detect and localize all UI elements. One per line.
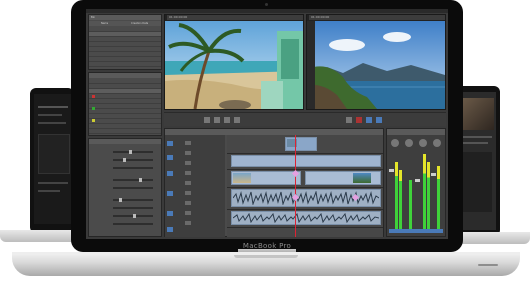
pan-knob-icon[interactable]	[419, 139, 427, 147]
play-button-record[interactable]	[346, 117, 352, 123]
parameter-slider[interactable]	[113, 187, 153, 189]
source-timecode: 01:00:00:00	[167, 15, 303, 20]
audio-level-meter	[395, 162, 398, 232]
fast-forward-button[interactable]	[234, 117, 240, 123]
play-button[interactable]	[204, 117, 210, 123]
track-select-button[interactable]	[167, 141, 173, 146]
timeline-playhead[interactable]	[295, 135, 296, 237]
bin-column-date: Creation Date	[131, 22, 149, 25]
audio-level-meter	[409, 180, 412, 232]
volume-fader[interactable]	[415, 179, 420, 182]
source-monitor[interactable]: 01:00:00:00	[164, 14, 304, 110]
parameter-slider[interactable]	[113, 159, 153, 161]
record-video-frame	[307, 21, 445, 109]
volume-fader[interactable]	[431, 173, 436, 176]
audio-level-meter	[423, 154, 426, 232]
bin-header: Bin	[89, 15, 161, 20]
timeline-tracks[interactable]	[227, 135, 383, 237]
background-laptop-left	[30, 88, 74, 233]
timeline-panel[interactable]	[164, 128, 384, 237]
transport-bar	[164, 112, 446, 126]
track-select-button[interactable]	[167, 191, 173, 196]
rewind-button[interactable]	[224, 117, 230, 123]
pan-knob-icon[interactable]	[405, 139, 413, 147]
volume-fader[interactable]	[389, 169, 394, 172]
effect-editor-panel[interactable]	[88, 138, 162, 237]
media-bin-list[interactable]	[89, 79, 161, 134]
sleep-indicator-icon	[478, 264, 498, 266]
track-select-button[interactable]	[167, 211, 173, 216]
record-monitor[interactable]: 01:00:00:00	[306, 14, 446, 110]
bin-panel[interactable]: Bin Name Creation Date	[88, 14, 162, 70]
stop-button[interactable]	[214, 117, 220, 123]
mark-out-button[interactable]	[376, 117, 382, 123]
list-item[interactable]	[89, 62, 161, 67]
camera-dot	[265, 3, 268, 6]
parameter-slider[interactable]	[113, 151, 153, 153]
parameter-slider[interactable]	[113, 207, 153, 209]
mark-in-button[interactable]	[366, 117, 372, 123]
background-laptop-left-base	[0, 230, 80, 242]
bin-column-name: Name	[101, 22, 109, 25]
bin-list[interactable]	[89, 27, 161, 67]
track-select-button[interactable]	[167, 155, 173, 160]
record-button[interactable]	[356, 117, 362, 123]
audio-level-meter	[427, 162, 430, 232]
menu-bar	[86, 9, 448, 13]
track-select-button[interactable]	[167, 227, 173, 232]
background-video-thumbnail	[462, 98, 494, 130]
audio-waveform	[233, 213, 379, 223]
background-laptop-left-screen	[34, 94, 74, 224]
parameter-slider[interactable]	[113, 179, 153, 181]
video-clip-thumbnail	[353, 173, 371, 183]
color-label-yellow-icon	[92, 119, 95, 122]
app-screen: Bin Name Creation Date 01:00:00:00 01:00…	[86, 9, 448, 239]
audio-level-meter	[399, 170, 402, 232]
audio-mixer-panel[interactable]	[386, 128, 446, 237]
source-video-frame	[165, 21, 303, 109]
slider-handle-icon[interactable]	[123, 158, 126, 162]
mixer-channel-buttons[interactable]	[389, 229, 443, 233]
record-timecode: 01:00:00:00	[309, 15, 445, 20]
color-label-green-icon	[92, 107, 95, 110]
color-label-red-icon	[92, 95, 95, 98]
slider-handle-icon[interactable]	[133, 214, 136, 218]
parameter-slider[interactable]	[113, 223, 153, 225]
pan-knob-icon[interactable]	[391, 139, 399, 147]
main-laptop-lid: Bin Name Creation Date 01:00:00:00 01:00…	[71, 0, 463, 252]
media-bin-panel[interactable]	[88, 72, 162, 136]
slider-handle-icon[interactable]	[139, 178, 142, 182]
slider-handle-icon[interactable]	[119, 198, 122, 202]
audio-level-meter	[437, 166, 440, 232]
background-laptop-right-base	[452, 232, 530, 244]
parameter-slider[interactable]	[113, 167, 153, 169]
bin-column-headers: Name Creation Date	[89, 21, 161, 26]
track-headers	[165, 135, 225, 237]
video-clip-thumbnail	[233, 173, 251, 183]
track-select-button[interactable]	[167, 171, 173, 176]
list-item[interactable]	[89, 129, 161, 134]
trackpad-notch	[234, 255, 298, 258]
slider-handle-icon[interactable]	[129, 150, 132, 154]
main-laptop-base	[12, 252, 520, 276]
pan-knob-icon[interactable]	[433, 139, 441, 147]
video-clip[interactable]	[231, 155, 381, 167]
